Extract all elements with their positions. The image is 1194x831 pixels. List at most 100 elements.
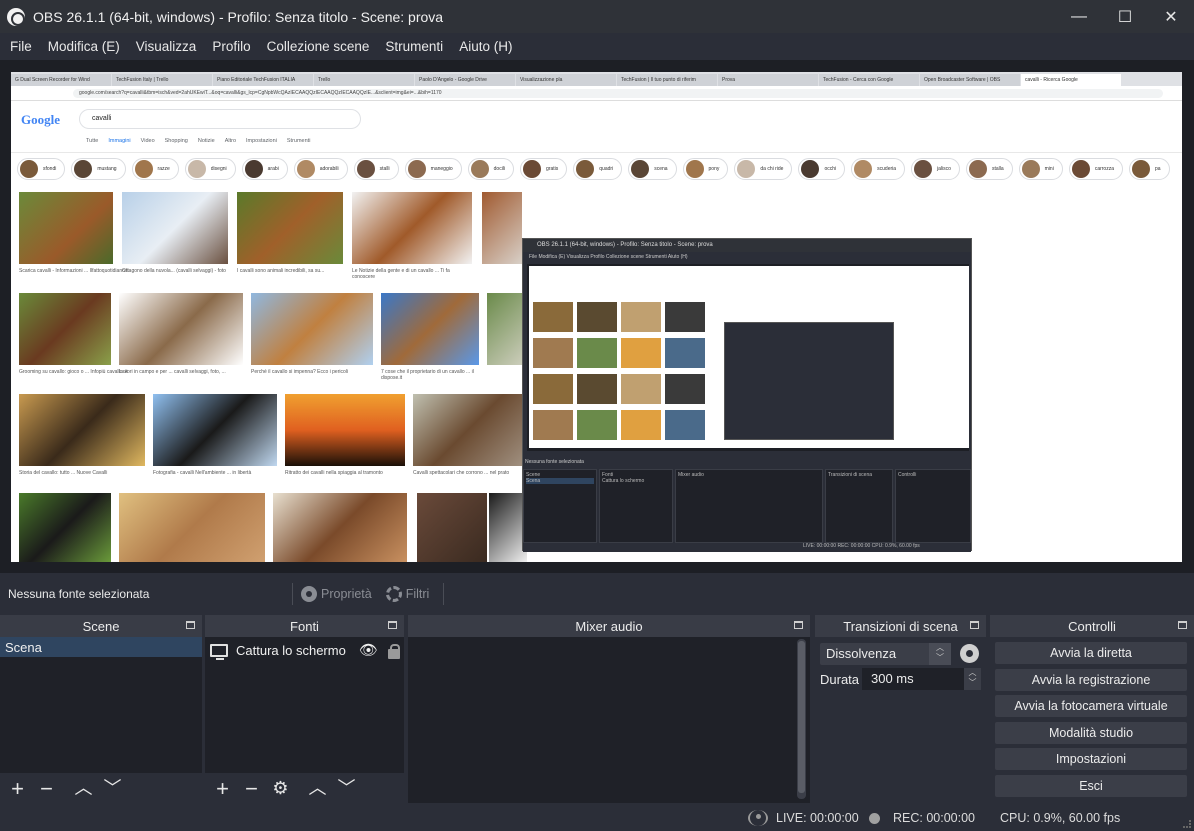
nested-docks: Nessuna fonte selezionata Scene Scena Fo…: [523, 457, 971, 552]
google-chip: scena: [628, 158, 677, 180]
remove-source-button[interactable]: −: [241, 777, 262, 799]
browser-tab: TechFusion Italy | Trello: [112, 74, 212, 86]
start-recording-button[interactable]: Avvia la registrazione: [995, 669, 1187, 691]
move-down-button[interactable]: ﹀: [102, 778, 123, 799]
google-chip: mustang: [71, 158, 126, 180]
menu-file[interactable]: File: [2, 39, 40, 54]
lock-icon[interactable]: [388, 644, 400, 659]
controls-dock: Controlli Avvia la diretta Avvia la regi…: [990, 615, 1194, 803]
undock-icon[interactable]: [794, 621, 803, 629]
horse-image-thumbnail: [487, 293, 527, 365]
chip-thumbnail: [801, 160, 820, 178]
scenes-dock: Scene Scena + − ︿ ﹀: [0, 615, 202, 803]
nested-preview: [527, 264, 969, 451]
chip-thumbnail: [134, 160, 153, 178]
horse-image-thumbnail: [19, 394, 145, 466]
chip-label: gratis: [546, 166, 559, 172]
preview-area[interactable]: G Dual Screen Recorder for Wind TechFusi…: [0, 60, 1194, 573]
nested-obs-window: OBS 26.1.1 (64-bit, windows) - Profilo: …: [522, 238, 972, 552]
move-up-button[interactable]: ︿: [307, 778, 328, 799]
resize-grip-icon[interactable]: [1183, 820, 1191, 828]
move-down-button[interactable]: ﹀: [336, 778, 357, 799]
mixer-area: [408, 637, 810, 803]
horse-image-thumbnail: [19, 293, 111, 365]
google-chip: mini: [1018, 158, 1063, 180]
undock-icon[interactable]: [388, 621, 397, 629]
mixer-title: Mixer audio: [575, 618, 643, 634]
menu-profile[interactable]: Profilo: [204, 39, 258, 54]
start-streaming-button[interactable]: Avvia la diretta: [995, 642, 1187, 664]
add-scene-button[interactable]: +: [7, 777, 28, 799]
chip-thumbnail: [523, 160, 542, 178]
scrollbar-thumb[interactable]: [798, 641, 805, 793]
duration-input[interactable]: 300 ms: [862, 668, 966, 690]
close-button[interactable]: ✕: [1148, 0, 1194, 33]
preview-canvas[interactable]: G Dual Screen Recorder for Wind TechFusi…: [11, 72, 1182, 562]
menu-tools[interactable]: Strumenti: [377, 39, 451, 54]
select-arrows-icon[interactable]: ︿ ﹀: [929, 643, 951, 665]
source-settings-button[interactable]: ⚙: [270, 778, 291, 799]
chip-label: scena: [654, 166, 668, 172]
nested-controls-dock: Controlli: [895, 469, 971, 543]
gear-icon: [301, 585, 317, 602]
studio-mode-button[interactable]: Modalità studio: [995, 722, 1187, 744]
google-tab: Notizie: [197, 138, 215, 144]
window-title: OBS 26.1.1 (64-bit, windows) - Profilo: …: [33, 8, 444, 25]
exit-button[interactable]: Esci: [995, 775, 1187, 797]
menu-scene-collection[interactable]: Collezione scene: [259, 39, 378, 54]
undock-icon[interactable]: [970, 621, 979, 629]
duration-stepper[interactable]: ︿ ﹀: [964, 668, 981, 690]
mixer-scrollbar[interactable]: [797, 639, 806, 799]
transitions-dock: Transizioni di scena Dissolvenza ︿ ﹀ Dura…: [815, 615, 986, 803]
source-item[interactable]: Cattura lo schermo 👁: [205, 640, 404, 660]
google-tab-images: Immagini: [108, 138, 131, 144]
nested-scene-item: Scena: [526, 478, 594, 484]
browser-tab: Prova: [718, 74, 818, 86]
start-virtual-camera-button[interactable]: Avvia la fotocamera virtuale: [995, 695, 1187, 717]
filters-button[interactable]: Filtri: [385, 585, 429, 602]
sources-dock-header: Fonti: [205, 615, 404, 637]
sources-list[interactable]: Cattura lo schermo 👁: [205, 637, 404, 773]
remove-scene-button[interactable]: −: [36, 777, 57, 799]
properties-button[interactable]: Proprietà: [301, 585, 372, 602]
menu-help[interactable]: Aiuto (H): [451, 39, 520, 54]
duration-label: Durata: [820, 672, 860, 687]
sources-title: Fonti: [290, 618, 319, 634]
menu-view[interactable]: Visualizza: [128, 39, 205, 54]
minimize-button[interactable]: —: [1056, 0, 1102, 33]
live-time: LIVE: 00:00:00: [776, 811, 859, 825]
transitions-title: Transizioni di scena: [843, 618, 958, 634]
menu-edit[interactable]: Modifica (E): [40, 39, 128, 54]
no-source-label: Nessuna fonte selezionata: [8, 586, 150, 601]
maximize-button[interactable]: ☐: [1102, 0, 1148, 33]
browser-url: google.com/search?q=cavalli&tbm=isch&ved…: [73, 89, 1163, 98]
properties-label: Proprietà: [321, 586, 372, 601]
chip-label: stalli: [379, 166, 390, 172]
google-chip: pa: [1129, 158, 1170, 180]
chip-thumbnail: [737, 160, 756, 178]
add-source-button[interactable]: +: [212, 777, 233, 799]
horse-image-thumbnail: [153, 394, 277, 466]
divider: [443, 582, 445, 605]
move-up-button[interactable]: ︿: [73, 778, 94, 799]
monitor-icon: [210, 643, 228, 660]
scenes-list[interactable]: Scena: [0, 637, 202, 773]
google-chip: disegni: [184, 158, 236, 180]
undock-icon[interactable]: [186, 621, 195, 629]
chip-thumbnail: [187, 160, 206, 178]
chip-label: da chi ride: [760, 166, 784, 172]
image-caption: Scarica cavalli - Informazioni ... Ilfat…: [19, 268, 129, 274]
gear-icon[interactable]: [960, 644, 979, 663]
horse-image-thumbnail: [251, 293, 373, 365]
undock-icon[interactable]: [1178, 621, 1187, 629]
scene-item[interactable]: Scena: [0, 637, 202, 657]
settings-button[interactable]: Impostazioni: [995, 748, 1187, 770]
browser-tab: G Dual Screen Recorder for Wind: [11, 74, 111, 86]
eye-icon[interactable]: 👁: [359, 641, 378, 659]
google-tab: Impostazioni: [246, 138, 277, 144]
chip-label: carrozza: [1094, 166, 1114, 172]
chip-label: occhi: [824, 166, 837, 172]
google-tab: Tutte: [86, 138, 99, 144]
horse-image-thumbnail: [119, 293, 243, 365]
chip-label: pa: [1155, 166, 1161, 172]
